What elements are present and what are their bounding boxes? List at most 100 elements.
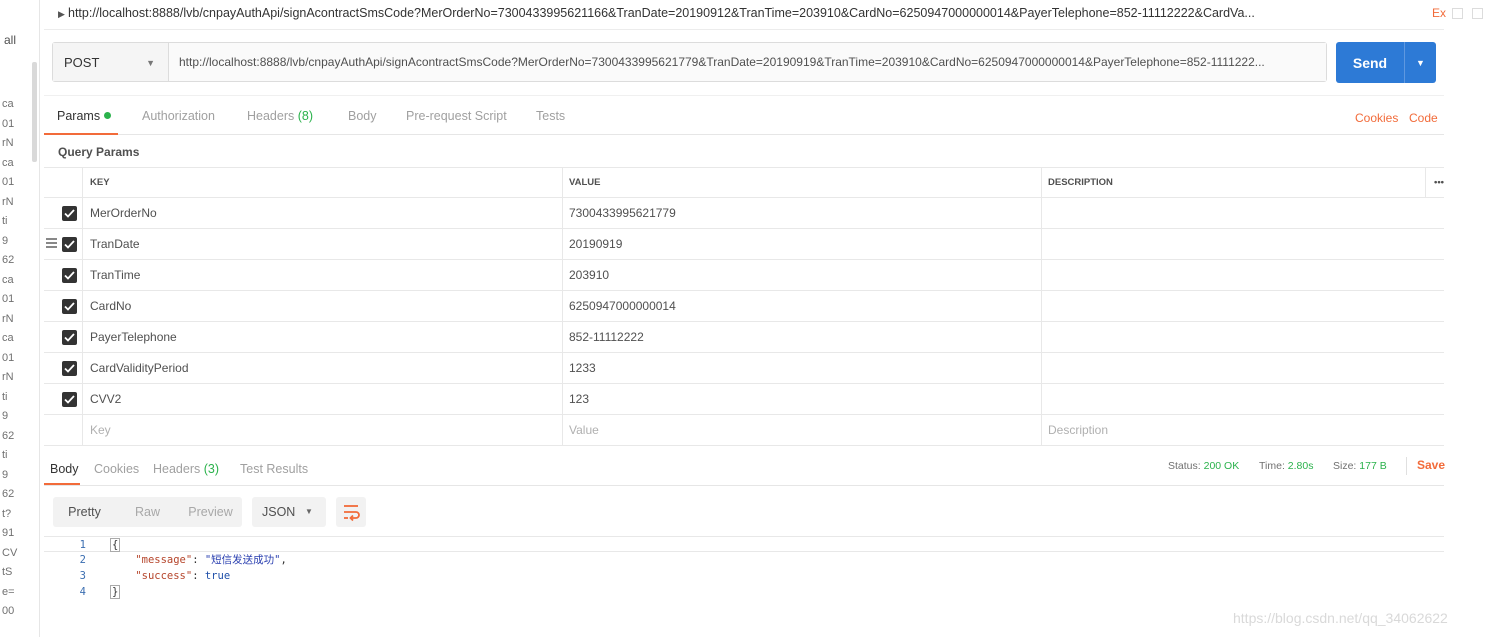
- param-key[interactable]: TranTime: [82, 260, 562, 290]
- tab-headers[interactable]: Headers (8): [247, 109, 313, 123]
- param-value[interactable]: 203910: [562, 260, 1042, 290]
- sidebar-history-fragment[interactable]: rN: [2, 312, 14, 326]
- param-key[interactable]: CardValidityPeriod: [82, 353, 562, 383]
- new-key-input[interactable]: Key: [82, 415, 562, 445]
- response-tab-test-results[interactable]: Test Results: [240, 462, 308, 476]
- line-number: 3: [79, 570, 86, 582]
- sidebar-history-fragment[interactable]: 91: [2, 526, 14, 540]
- param-description[interactable]: [1041, 384, 1425, 414]
- request-url-input[interactable]: http://localhost:8888/lvb/cnpayAuthApi/s…: [169, 43, 1326, 81]
- param-value[interactable]: 1233: [562, 353, 1042, 383]
- param-value[interactable]: 123: [562, 384, 1042, 414]
- new-description-input[interactable]: Description: [1041, 415, 1425, 445]
- sidebar-history-fragment[interactable]: 9: [2, 234, 8, 248]
- param-checkbox[interactable]: [62, 268, 77, 283]
- param-key[interactable]: CardNo: [82, 291, 562, 321]
- chevron-down-icon[interactable]: ▼: [1404, 42, 1436, 83]
- response-tab-headers[interactable]: Headers (3): [153, 462, 219, 476]
- sidebar-history-fragment[interactable]: ca: [2, 273, 14, 287]
- sidebar-history-fragment[interactable]: ti: [2, 390, 8, 404]
- format-label: JSON: [262, 505, 296, 519]
- tab-params[interactable]: Params: [57, 109, 112, 123]
- param-description[interactable]: [1041, 229, 1425, 259]
- tab-body[interactable]: Body: [348, 109, 377, 123]
- sidebar-history-fragment[interactable]: t?: [2, 507, 11, 521]
- sidebar-history-fragment[interactable]: ca: [2, 156, 14, 170]
- response-tab-cookies[interactable]: Cookies: [94, 462, 139, 476]
- param-value[interactable]: 7300433995621779: [562, 198, 1042, 228]
- param-key[interactable]: CVV2: [82, 384, 562, 414]
- history-url[interactable]: http://localhost:8888/lvb/cnpayAuthApi/s…: [68, 6, 1255, 20]
- expand-arrow-icon[interactable]: ▶: [58, 9, 65, 20]
- sidebar-history-fragment[interactable]: 00: [2, 604, 14, 618]
- json-bool-value: true: [204, 570, 231, 582]
- param-description[interactable]: [1041, 322, 1425, 352]
- param-description[interactable]: [1041, 291, 1425, 321]
- window-icon[interactable]: [1472, 8, 1483, 19]
- sidebar-history-fragment[interactable]: ti: [2, 214, 8, 228]
- size-readout: Size: 177 B: [1333, 460, 1387, 472]
- view-preview-button[interactable]: Preview: [179, 497, 242, 527]
- response-body-code[interactable]: 1 { 2 "message": "短信发送成功", 3 "success": …: [44, 536, 1444, 600]
- sidebar-history-fragment[interactable]: rN: [2, 136, 14, 150]
- new-value-input[interactable]: Value: [562, 415, 1042, 445]
- send-button[interactable]: Send ▼: [1336, 42, 1436, 83]
- sidebar-history-fragment[interactable]: 62: [2, 429, 14, 443]
- cookies-link[interactable]: Cookies: [1355, 111, 1398, 125]
- param-checkbox[interactable]: [62, 330, 77, 345]
- collections-sidebar: all ca 01 rN ca 01 rN ti 9 62 ca 01 rN ca 01 rN ti 9 62 ti…: [0, 0, 40, 637]
- sidebar-history-fragment[interactable]: e=: [2, 585, 15, 599]
- param-checkbox[interactable]: [62, 237, 77, 252]
- sidebar-history-fragment[interactable]: 01: [2, 175, 14, 189]
- wrap-lines-icon[interactable]: [336, 497, 366, 527]
- param-key[interactable]: MerOrderNo: [82, 198, 562, 228]
- code-link[interactable]: Code: [1409, 111, 1438, 125]
- request-bar: POST ▼ http://localhost:8888/lvb/cnpayAu…: [52, 42, 1327, 82]
- sidebar-history-fragment[interactable]: 01: [2, 351, 14, 365]
- format-select[interactable]: JSON ▼: [252, 497, 326, 527]
- sidebar-history-fragment[interactable]: ca: [2, 331, 14, 345]
- window-icon[interactable]: [1452, 8, 1463, 19]
- params-dot-icon: [104, 112, 112, 119]
- sidebar-history-fragment[interactable]: 9: [2, 409, 8, 423]
- sidebar-history-fragment[interactable]: 62: [2, 487, 14, 501]
- sidebar-history-fragment[interactable]: 01: [2, 292, 14, 306]
- sidebar-history-fragment[interactable]: ca: [2, 97, 14, 111]
- param-key[interactable]: TranDate: [82, 229, 562, 259]
- sidebar-history-fragment[interactable]: CV: [2, 546, 17, 560]
- param-checkbox[interactable]: [62, 361, 77, 376]
- show-all-label[interactable]: all: [4, 33, 16, 47]
- method-select[interactable]: POST ▼: [53, 43, 169, 81]
- sidebar-scrollbar[interactable]: [32, 62, 37, 162]
- param-value[interactable]: 852-11112222: [562, 322, 1042, 352]
- param-value[interactable]: 20190919: [562, 229, 1042, 259]
- more-options-icon[interactable]: •••: [1425, 168, 1444, 197]
- param-key[interactable]: PayerTelephone: [82, 322, 562, 352]
- param-checkbox[interactable]: [62, 299, 77, 314]
- send-label[interactable]: Send: [1336, 42, 1404, 83]
- view-pretty-button[interactable]: Pretty: [53, 497, 116, 527]
- sidebar-history-fragment[interactable]: 9: [2, 468, 8, 482]
- param-value[interactable]: 6250947000000014: [562, 291, 1042, 321]
- response-headers-count: (3): [203, 462, 220, 476]
- sidebar-history-fragment[interactable]: 01: [2, 117, 14, 131]
- drag-handle-icon[interactable]: [46, 238, 57, 250]
- param-description[interactable]: [1041, 353, 1425, 383]
- sidebar-history-fragment[interactable]: rN: [2, 195, 14, 209]
- time-readout: Time: 2.80s: [1259, 460, 1313, 472]
- sidebar-history-fragment[interactable]: tS: [2, 565, 12, 579]
- save-response-button[interactable]: Save: [1417, 458, 1445, 472]
- param-checkbox[interactable]: [62, 206, 77, 221]
- response-tab-body[interactable]: Body: [50, 462, 79, 476]
- sidebar-history-fragment[interactable]: ti: [2, 448, 8, 462]
- param-checkbox[interactable]: [62, 392, 77, 407]
- param-description[interactable]: [1041, 260, 1425, 290]
- sidebar-history-fragment[interactable]: 62: [2, 253, 14, 267]
- param-description[interactable]: [1041, 198, 1425, 228]
- sidebar-history-fragment[interactable]: rN: [2, 370, 14, 384]
- view-raw-button[interactable]: Raw: [116, 497, 179, 527]
- tab-tests[interactable]: Tests: [536, 109, 565, 123]
- tab-authorization[interactable]: Authorization: [142, 109, 215, 123]
- examples-link[interactable]: Ex: [1432, 6, 1446, 20]
- tab-prerequest-script[interactable]: Pre-request Script: [406, 109, 507, 123]
